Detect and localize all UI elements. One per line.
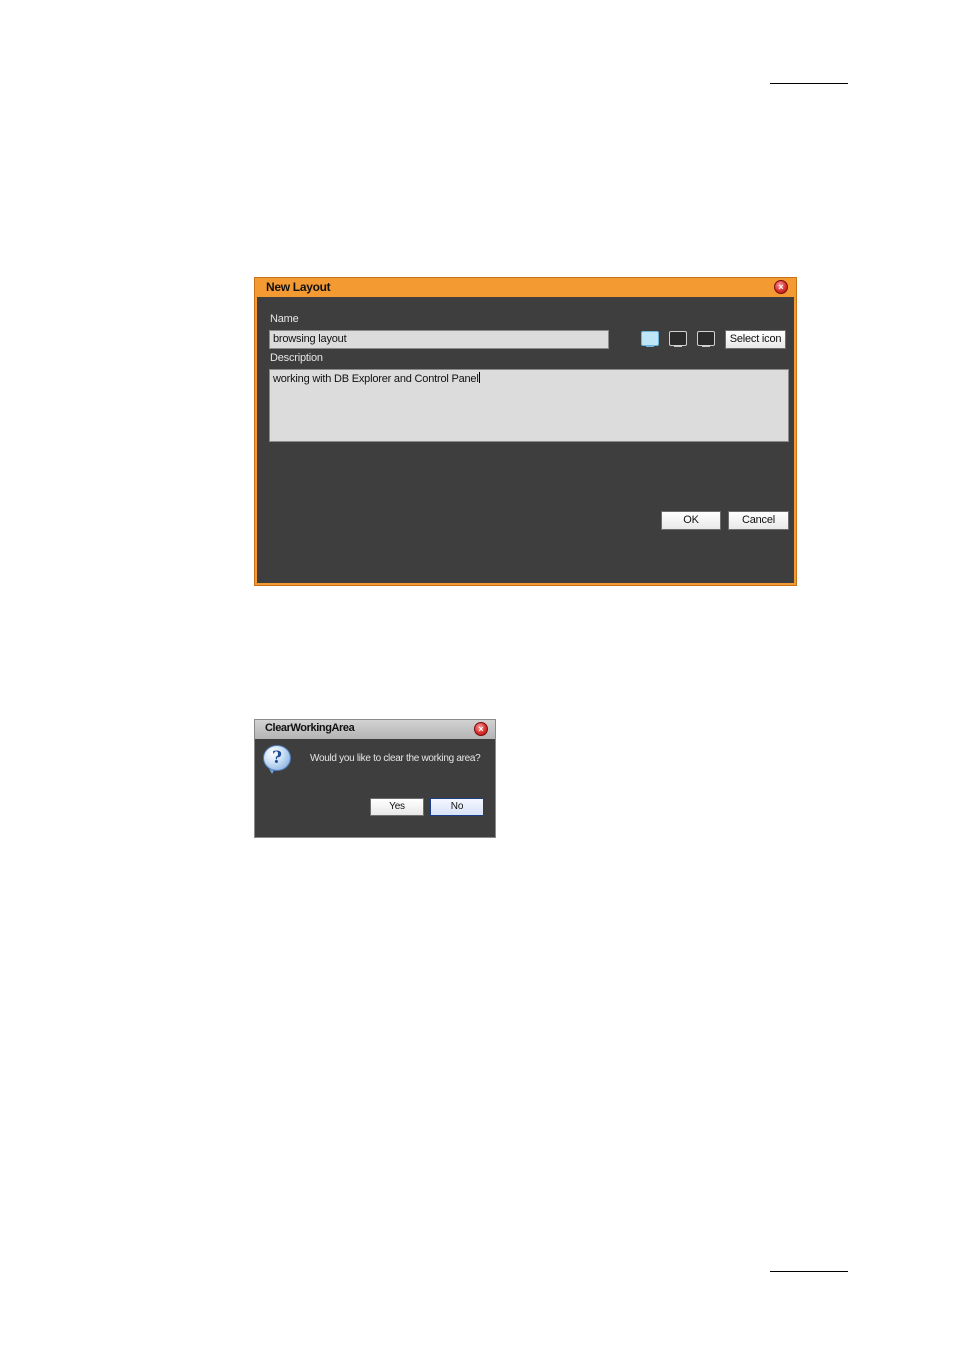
dialog-title: New Layout	[266, 280, 331, 294]
question-icon: ?	[263, 745, 293, 775]
close-icon[interactable]: ×	[474, 722, 488, 736]
description-text: working with DB Explorer and Control Pan…	[273, 373, 479, 385]
text-caret	[478, 372, 480, 383]
dialog-titlebar[interactable]: New Layout ×	[255, 278, 796, 297]
header-rule	[770, 83, 848, 84]
document-page: New Layout × Name browsing layout Select…	[0, 0, 954, 1350]
cancel-button[interactable]: Cancel	[728, 511, 789, 530]
monitor-icon[interactable]	[640, 330, 660, 349]
dialog-body: Name browsing layout Select icon Descrip…	[257, 297, 794, 583]
clear-working-area-dialog: ClearWorkingArea × ? Would you like to c…	[254, 719, 496, 838]
new-layout-dialog: New Layout × Name browsing layout Select…	[254, 277, 797, 586]
select-icon-button[interactable]: Select icon	[725, 330, 786, 349]
no-button[interactable]: No	[430, 798, 484, 816]
name-label: Name	[270, 313, 299, 325]
description-textarea[interactable]: working with DB Explorer and Control Pan…	[269, 369, 789, 442]
yes-button[interactable]: Yes	[370, 798, 424, 816]
footer-rule	[770, 1271, 848, 1272]
ok-button[interactable]: OK	[661, 511, 721, 530]
close-icon[interactable]: ×	[774, 280, 788, 294]
name-input[interactable]: browsing layout	[269, 330, 609, 349]
dialog-title: ClearWorkingArea	[265, 722, 355, 734]
dialog-titlebar[interactable]: ClearWorkingArea ×	[255, 720, 495, 739]
description-label: Description	[270, 352, 323, 364]
monitor-icon[interactable]	[696, 330, 716, 349]
monitor-icon[interactable]	[668, 330, 688, 349]
confirm-message: Would you like to clear the working area…	[310, 753, 481, 764]
